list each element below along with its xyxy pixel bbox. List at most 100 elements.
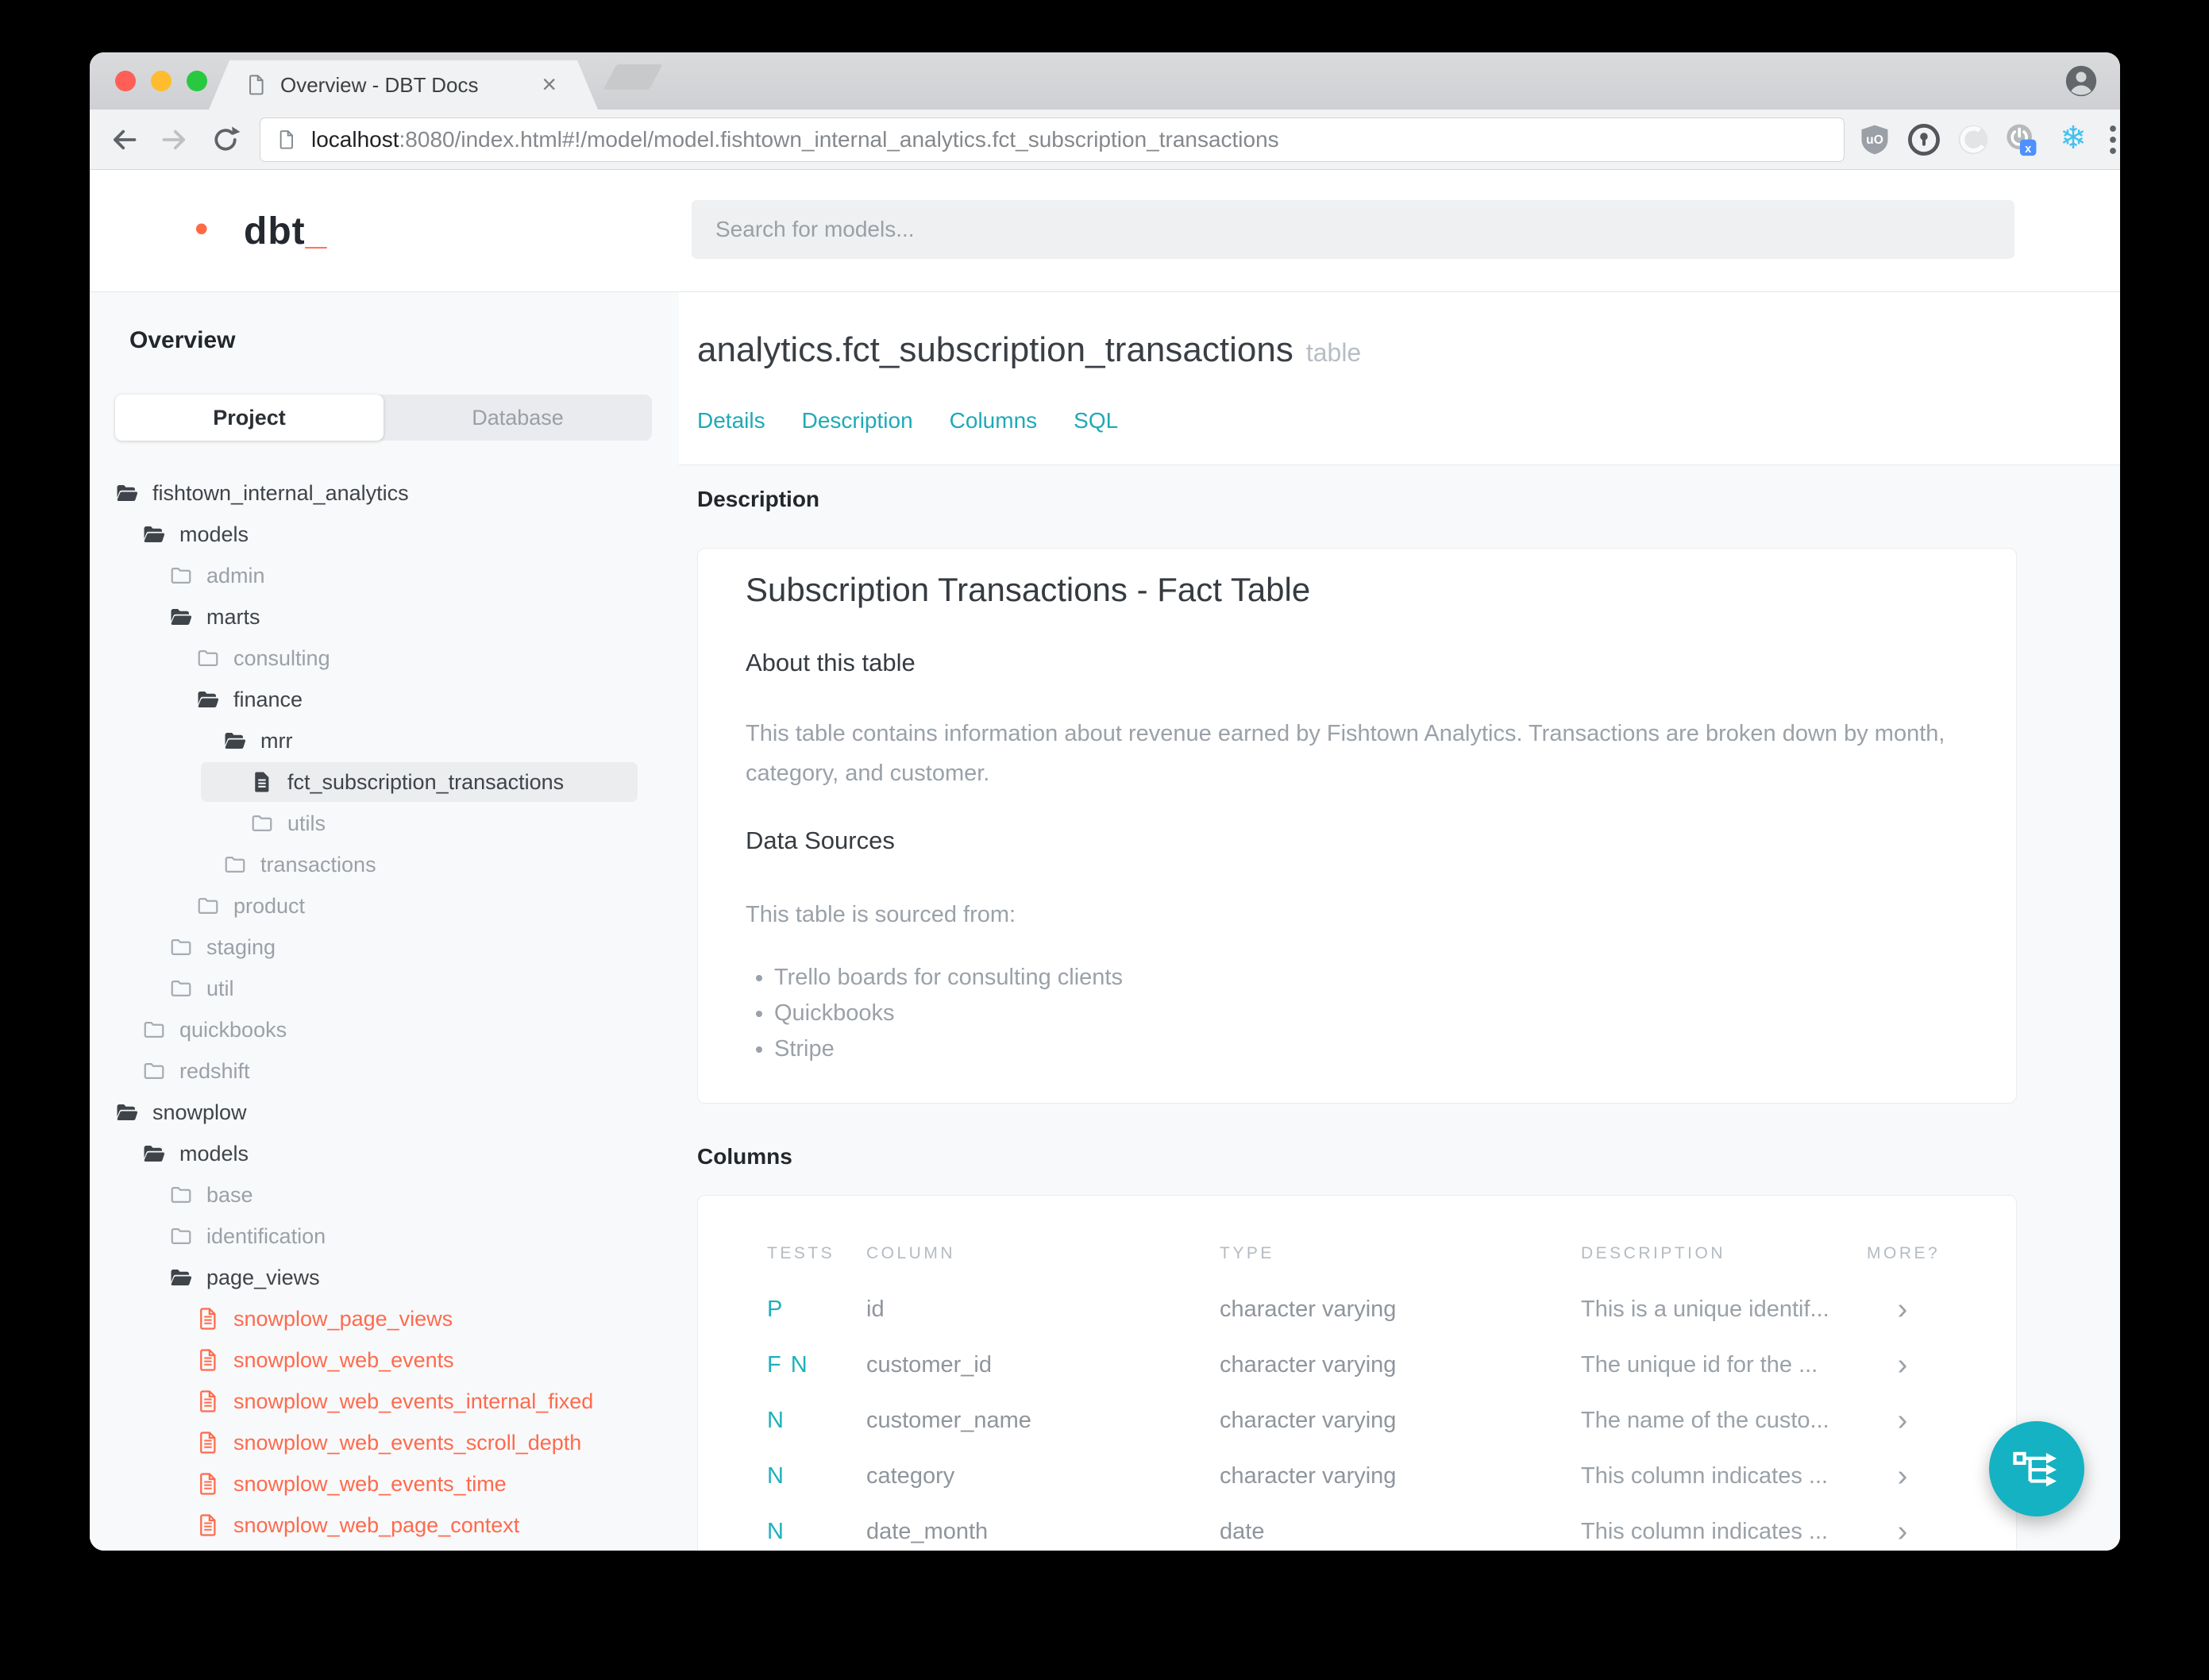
window-minimize-button[interactable] (151, 71, 172, 91)
tab-project[interactable]: Project (115, 395, 384, 441)
table-row-customer-name[interactable]: N customer_name character varying The na… (767, 1393, 1984, 1448)
tree-item-snowplow-web-events-time[interactable]: snowplow_web_events_time (90, 1463, 660, 1505)
model-file-icon (250, 770, 274, 794)
browser-window: Overview - DBT Docs × localhost:8080/ind… (90, 52, 2120, 1551)
new-tab-button[interactable] (603, 64, 663, 90)
table-row-customer-id[interactable]: F N customer_id character varying The un… (767, 1337, 1984, 1393)
tree-item-snowplow-page-views[interactable]: snowplow_page_views (90, 1298, 660, 1339)
folder-icon (196, 646, 220, 670)
folder-icon (142, 1059, 166, 1083)
browser-menu-icon[interactable] (2107, 123, 2119, 156)
tree-item-fishtown-internal-analytics[interactable]: fishtown_internal_analytics (90, 472, 660, 514)
tree-item-finance[interactable]: finance (90, 679, 660, 720)
tree-item-snowplow-web-events[interactable]: snowplow_web_events (90, 1339, 660, 1381)
address-bar[interactable]: localhost:8080/index.html#!/model/model.… (260, 118, 1845, 162)
nav-link-description[interactable]: Description (802, 408, 913, 433)
tree-item-snowplow[interactable]: snowplow (90, 1092, 660, 1133)
disabled-extension-icon[interactable] (1956, 122, 1991, 157)
tree-item-staging[interactable]: staging (90, 927, 660, 968)
main-panel: analytics.fct_subscription_transactions t… (679, 292, 2120, 1551)
header-type: TYPE (1220, 1244, 1274, 1262)
about-text: This table contains information about re… (746, 721, 1945, 786)
tree-item-snowplow-web-page-context[interactable]: snowplow_web_page_context (90, 1505, 660, 1546)
tree-item-utils[interactable]: utils (90, 803, 660, 844)
page-content: dbt_ Overview Project Database fishtown_… (90, 170, 2120, 1551)
tree-item-fct-subscription-transactions[interactable]: fct_subscription_transactions (90, 761, 660, 803)
tree-item-util[interactable]: util (90, 968, 660, 1009)
tree-item-redshift[interactable]: redshift (90, 1050, 660, 1092)
tree-item-identification[interactable]: identification (90, 1216, 660, 1257)
nav-link-details[interactable]: Details (697, 408, 765, 433)
column-name: id (866, 1296, 885, 1322)
tree-item-models[interactable]: models (90, 1133, 660, 1174)
reload-icon[interactable] (210, 125, 241, 155)
window-close-button[interactable] (115, 71, 136, 91)
tab-title: Overview - DBT Docs (280, 72, 479, 97)
lineage-graph-icon (2012, 1446, 2061, 1492)
page-title: analytics.fct_subscription_transactions t… (697, 330, 1362, 369)
tree-item-models[interactable]: models (90, 514, 660, 555)
tests-badge: N (767, 1407, 785, 1433)
chevron-right-icon[interactable]: › (1867, 1461, 1938, 1491)
table-row-category[interactable]: N category character varying This column… (767, 1448, 1984, 1504)
lineage-graph-button[interactable] (1989, 1421, 2084, 1516)
sources-list: Trello boards for consulting clients Qui… (774, 960, 1123, 1067)
folder-open-icon (196, 688, 220, 711)
nav-link-columns[interactable]: Columns (950, 408, 1037, 433)
tree-item-page-views[interactable]: page_views (90, 1257, 660, 1298)
column-description: This column indicates ... (1581, 1518, 1829, 1544)
ublock-extension-icon[interactable]: uO (1857, 122, 1892, 157)
tree-item-product[interactable]: product (90, 885, 660, 927)
list-item: Stripe (774, 1031, 1123, 1067)
tree-item-admin[interactable]: admin (90, 555, 660, 596)
chevron-right-icon[interactable]: › (1867, 1350, 1938, 1380)
folder-open-icon (142, 522, 166, 546)
url-host: localhost (311, 127, 399, 152)
search-input[interactable] (692, 200, 2014, 259)
folder-icon (250, 811, 274, 835)
dbt-logo-icon (172, 204, 226, 258)
snowflake-extension-icon[interactable]: ❄ (2054, 118, 2092, 159)
folder-open-icon (169, 605, 193, 629)
tree-item-marts[interactable]: marts (90, 596, 660, 638)
header-more: MORE? (1867, 1244, 1941, 1262)
folder-icon (169, 1224, 193, 1248)
folder-icon (223, 853, 247, 877)
tree-item-mrr[interactable]: mrr (90, 720, 660, 761)
window-zoom-button[interactable] (187, 71, 207, 91)
project-database-toggle: Project Database (115, 395, 652, 441)
chevron-right-icon[interactable]: › (1867, 1294, 1938, 1324)
tree-item-consulting[interactable]: consulting (90, 638, 660, 679)
folder-icon (196, 894, 220, 918)
chevron-right-icon[interactable]: › (1867, 1405, 1938, 1435)
model-file-icon (196, 1348, 220, 1372)
nav-link-sql[interactable]: SQL (1074, 408, 1118, 433)
browser-tab[interactable]: Overview - DBT Docs × (209, 60, 598, 110)
tree-item-base[interactable]: base (90, 1174, 660, 1216)
table-row-id[interactable]: P id character varying This is a unique … (767, 1281, 1984, 1337)
dbt-logo[interactable]: dbt_ (172, 203, 327, 259)
model-file-icon (196, 1389, 220, 1413)
header-description: DESCRIPTION (1581, 1244, 1726, 1262)
tree-item-snowplow-web-events-internal-fixed[interactable]: snowplow_web_events_internal_fixed (90, 1381, 660, 1422)
sidebar-title: Overview (129, 327, 236, 353)
list-item: Quickbooks (774, 996, 1123, 1031)
model-file-icon (196, 1472, 220, 1496)
folder-icon (142, 1018, 166, 1042)
screenshot-frame: Overview - DBT Docs × localhost:8080/ind… (0, 0, 2209, 1680)
tree-item-quickbooks[interactable]: quickbooks (90, 1009, 660, 1050)
tab-close-icon[interactable]: × (542, 68, 557, 100)
tab-database[interactable]: Database (384, 395, 652, 441)
chevron-right-icon[interactable]: › (1867, 1516, 1938, 1547)
back-icon[interactable] (109, 125, 139, 155)
tree-item-snowplow-web-events-scroll-depth[interactable]: snowplow_web_events_scroll_depth (90, 1422, 660, 1463)
tree-item-transactions[interactable]: transactions (90, 844, 660, 885)
table-row-date-month[interactable]: N date_month date This column indicates … (767, 1504, 1984, 1551)
sidebar: Overview Project Database fishtown_inter… (90, 292, 679, 1551)
header-column: COLUMN (866, 1244, 956, 1262)
onepassword-extension-icon[interactable] (1906, 122, 1941, 157)
forward-icon[interactable] (160, 125, 190, 155)
power-extension-icon[interactable]: x (2003, 122, 2038, 157)
folder-open-icon (142, 1142, 166, 1166)
profile-avatar-icon[interactable] (2063, 63, 2099, 99)
